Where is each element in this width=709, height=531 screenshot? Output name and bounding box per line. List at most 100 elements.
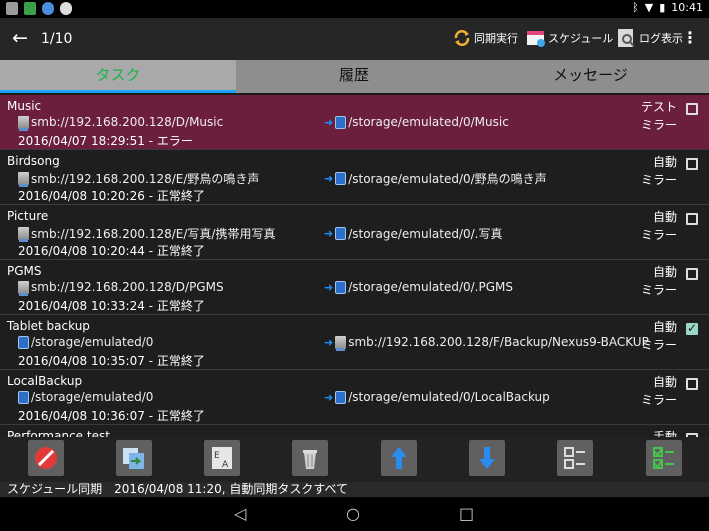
export-icon: E A <box>212 447 232 470</box>
device-storage-icon <box>335 172 347 185</box>
wifi-icon: ▼ <box>644 1 654 14</box>
calendar-icon <box>527 31 545 47</box>
device-storage-icon <box>335 115 347 129</box>
copy-icon <box>123 448 144 469</box>
direction-arrow-icon: ➜ <box>324 335 334 349</box>
task-name: Music <box>7 99 42 113</box>
tab-tasks[interactable]: タスク <box>0 60 236 93</box>
network-share-icon <box>18 280 29 296</box>
task-name: Performance test <box>7 429 110 437</box>
task-source: smb://192.168.200.128/E/野鳥の鳴き声 <box>18 170 259 187</box>
task-row[interactable]: Performance test 手動 <box>0 425 709 437</box>
task-destination-path: /storage/emulated/0/Music <box>348 115 509 129</box>
task-row[interactable]: Picture smb://192.168.200.128/E/写真/携帯用写真 ➜… <box>0 205 709 260</box>
task-checkbox[interactable] <box>686 321 698 335</box>
delete-icon <box>303 450 317 469</box>
task-sync-mode: ミラー <box>640 393 677 407</box>
unselect-all-button[interactable] <box>557 440 593 476</box>
clock: 10:41 <box>671 1 703 14</box>
task-destination-path: /storage/emulated/0/野鳥の鳴き声 <box>348 172 547 186</box>
task-destination-path: /storage/emulated/0/.写真 <box>348 227 503 241</box>
task-name: Picture <box>7 209 49 223</box>
select-all-button[interactable] <box>646 440 682 476</box>
task-destination: ➜ /storage/emulated/0/.写真 <box>324 225 503 242</box>
log-view-button[interactable]: ログ表示 <box>617 28 683 48</box>
sync-run-button[interactable]: 同期実行 <box>452 28 518 48</box>
task-source: smb://192.168.200.128/D/Music <box>18 115 224 131</box>
task-sync-type: 自動 <box>652 375 677 389</box>
task-destination: ➜ /storage/emulated/0/Music <box>324 115 509 129</box>
log-view-label: ログ表示 <box>639 32 683 45</box>
status-bar: ᛒ ▼ ▮ 10:41 <box>0 0 709 18</box>
move-down-button[interactable] <box>469 440 505 476</box>
task-row[interactable]: LocalBackup/storage/emulated/0 ➜ /storage/… <box>0 370 709 425</box>
log-search-icon <box>618 29 635 47</box>
sync-run-label: 同期実行 <box>474 32 518 45</box>
network-share-icon <box>18 227 29 242</box>
sync-icon <box>454 30 470 46</box>
tab-messages[interactable]: メッセージ <box>472 60 709 93</box>
device-storage-icon <box>18 335 29 349</box>
task-sync-type: 自動 <box>652 155 677 169</box>
task-checkbox[interactable] <box>686 268 698 280</box>
task-name: PGMS <box>7 264 42 278</box>
overflow-menu-icon[interactable]: ⋮ <box>682 28 698 47</box>
android-notification-icon <box>60 2 72 15</box>
task-source: /storage/emulated/0 <box>18 390 153 404</box>
task-row[interactable]: PGMS smb://192.168.200.128/D/PGMS ➜ /storag… <box>0 260 709 315</box>
direction-arrow-icon: ➜ <box>324 390 334 404</box>
task-row[interactable]: Music smb://192.168.200.128/D/Music ➜ /stor… <box>0 95 709 150</box>
unselect-all-icon <box>564 447 585 469</box>
device-storage-icon <box>335 390 347 404</box>
task-source: smb://192.168.200.128/E/写真/携帯用写真 <box>18 225 275 242</box>
nav-home-icon[interactable]: ○ <box>346 504 360 523</box>
task-row[interactable]: Tablet backup/storage/emulated/0 ➜ smb://1… <box>0 315 709 370</box>
tab-indicator <box>0 90 236 93</box>
task-checkbox[interactable] <box>686 378 698 390</box>
task-destination: ➜ /storage/emulated/0/LocalBackup <box>324 390 550 404</box>
svg-text:E: E <box>214 451 220 461</box>
task-checkbox[interactable] <box>686 213 698 225</box>
network-share-icon <box>18 172 29 187</box>
schedule-button[interactable]: スケジュール <box>526 28 613 48</box>
device-storage-icon <box>335 227 347 240</box>
bottom-toolbar: E A <box>0 437 709 482</box>
task-source-path: smb://192.168.200.128/D/Music <box>31 115 224 129</box>
select-all-icon <box>653 447 674 469</box>
task-destination-path: smb://192.168.200.128/F/Backup/Nexus9-BA… <box>348 335 649 349</box>
task-destination: ➜ smb://192.168.200.128/F/Backup/Nexus9-B… <box>324 335 649 351</box>
action-bar: ← 1/10 同期実行 スケジュール ログ表示 ⋮ <box>0 18 709 60</box>
move-down-icon <box>479 447 495 469</box>
task-checkbox[interactable] <box>686 158 698 170</box>
task-source-path: smb://192.168.200.128/E/野鳥の鳴き声 <box>31 172 260 186</box>
task-sync-type: 自動 <box>652 210 677 224</box>
gallery-notification-icon <box>6 2 18 15</box>
tab-history[interactable]: 履歴 <box>236 60 472 93</box>
direction-arrow-icon: ➜ <box>324 172 334 185</box>
back-arrow-icon[interactable]: ← <box>12 27 28 49</box>
task-sync-mode: ミラー <box>640 118 677 132</box>
network-share-icon <box>18 115 29 131</box>
task-sync-type: テスト <box>640 100 677 114</box>
task-list[interactable]: Music smb://192.168.200.128/D/Music ➜ /stor… <box>0 95 709 437</box>
task-sync-type: 手動 <box>652 430 677 437</box>
task-sync-type: 自動 <box>652 320 677 334</box>
task-row[interactable]: Birdsong smb://192.168.200.128/E/野鳥の鳴き声 ➜ /… <box>0 150 709 205</box>
page-position: 1/10 <box>41 31 73 47</box>
move-up-button[interactable] <box>381 440 417 476</box>
task-destination: ➜ /storage/emulated/0/.PGMS <box>324 280 513 294</box>
delete-button[interactable] <box>292 440 328 476</box>
bluetooth-icon: ᛒ <box>632 1 639 14</box>
task-destination-path: /storage/emulated/0/LocalBackup <box>348 390 550 404</box>
task-source: /storage/emulated/0 <box>18 335 153 349</box>
task-last-result: 2016/04/08 10:36:07 - 正常終了 <box>18 409 205 423</box>
task-checkbox[interactable] <box>686 103 698 115</box>
export-button[interactable]: E A <box>204 440 240 476</box>
cancel-button[interactable] <box>28 440 64 476</box>
nav-back-icon[interactable]: ◁ <box>234 504 246 523</box>
copy-task-button[interactable] <box>116 440 152 476</box>
tab-bar: タスク 履歴 メッセージ <box>0 60 709 93</box>
nav-recents-icon[interactable]: □ <box>459 504 474 523</box>
svg-text:A: A <box>222 460 229 470</box>
task-source-path: smb://192.168.200.128/E/写真/携帯用写真 <box>31 227 276 241</box>
